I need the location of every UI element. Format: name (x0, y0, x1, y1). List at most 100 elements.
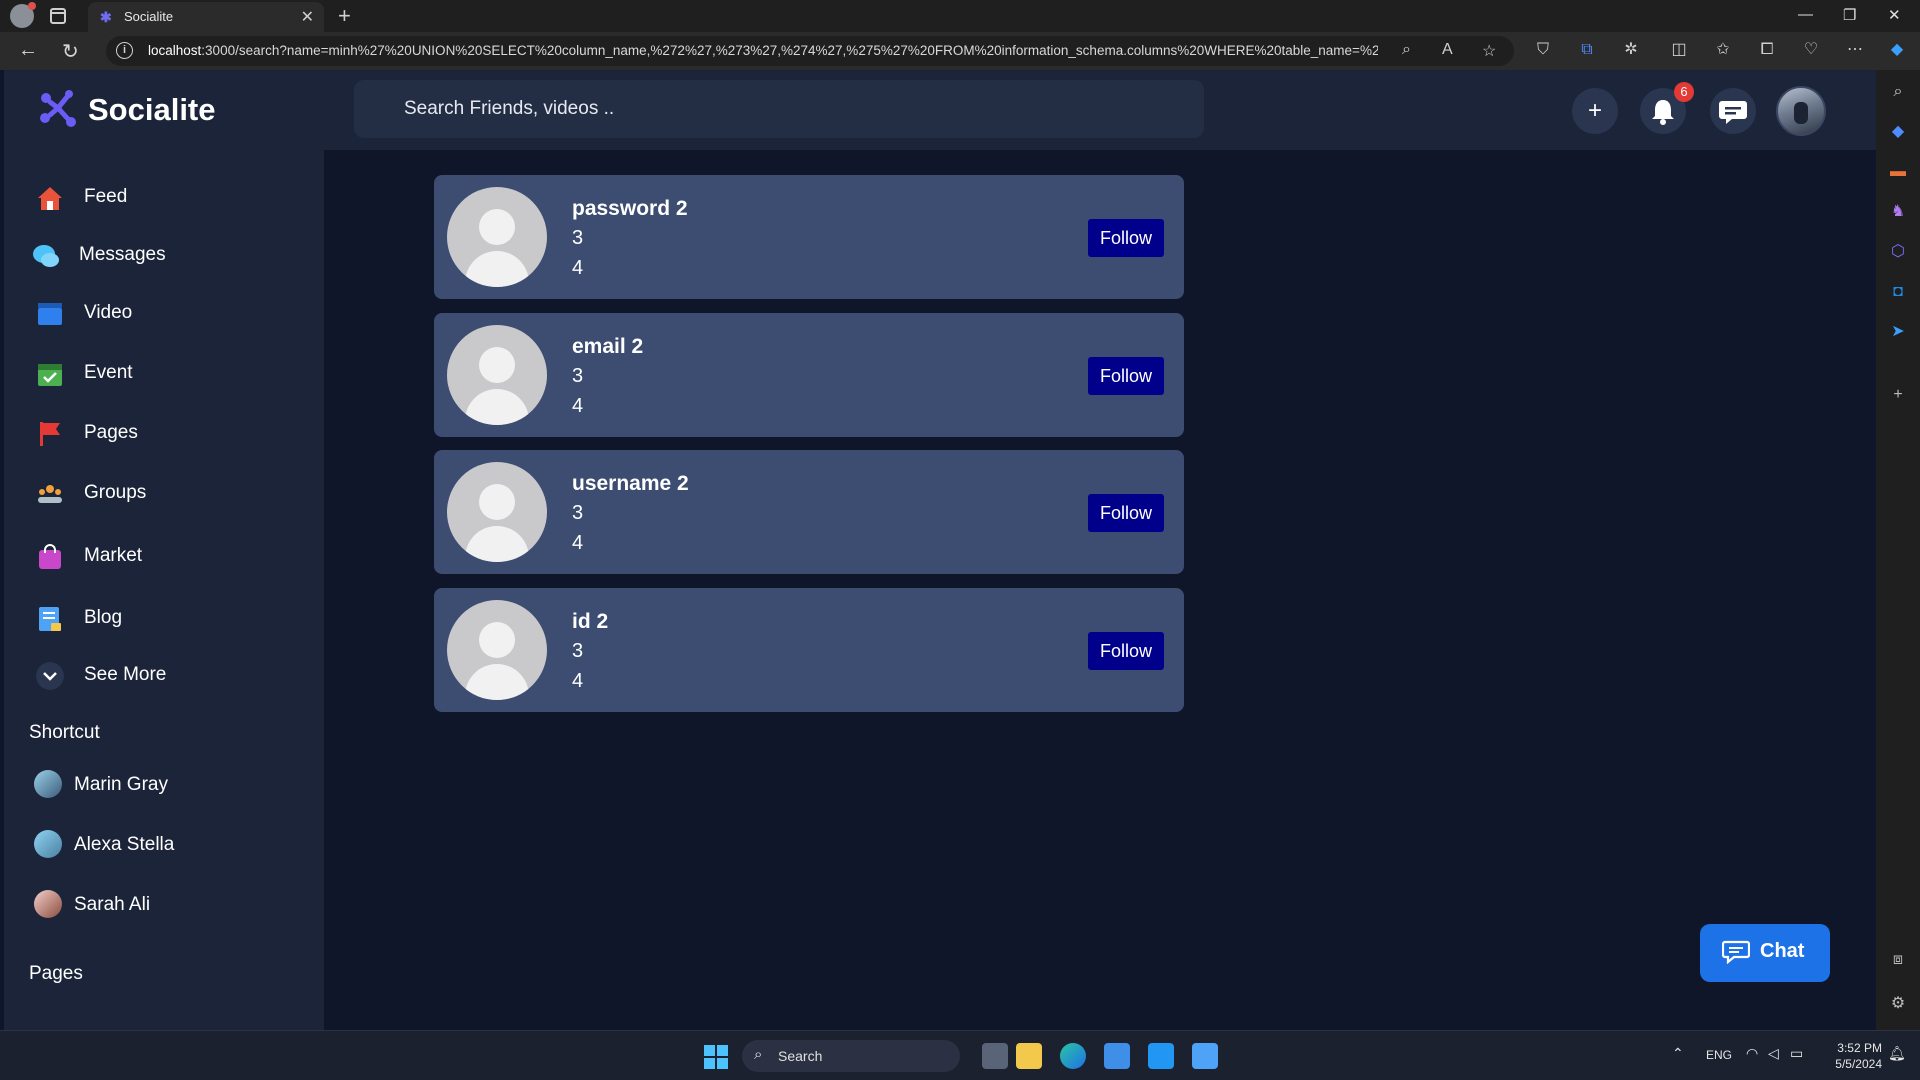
result-line-3: 4 (572, 670, 584, 692)
clock[interactable]: 3:52 PM 5/5/2024 (1826, 1040, 1882, 1072)
language-indicator[interactable]: ENG (1706, 1048, 1732, 1062)
workspaces-icon[interactable] (50, 8, 66, 24)
send-icon[interactable]: ➤ (1888, 322, 1908, 342)
home-icon (38, 187, 62, 210)
browser-tab[interactable]: ✱ Socialite ✕ (88, 2, 324, 32)
shopping-tag-icon[interactable]: ◆ (1888, 122, 1908, 142)
follow-button[interactable]: Follow (1088, 494, 1164, 532)
sidebar-item-feed[interactable]: Feed (4, 174, 324, 222)
office-icon[interactable]: ⬡ (1888, 242, 1908, 262)
screenshot-icon[interactable]: ⧈ (1888, 950, 1908, 970)
windows-taskbar: ⌕ Search ⌃ ENG ◠ ◁ ▭ 3:52 PM 5/5/2024 🔔︎ (0, 1030, 1920, 1080)
sidebar-item-label: Event (84, 362, 133, 383)
sidebar-item-market[interactable]: Market (4, 533, 324, 581)
back-icon[interactable]: ← (18, 39, 38, 62)
chat-button[interactable]: Chat (1700, 924, 1830, 982)
minimize-icon[interactable]: — (1798, 6, 1813, 23)
result-card: id 2 3 4 Follow (434, 588, 1184, 712)
tools-icon[interactable]: ▬ (1888, 162, 1908, 182)
copilot-icon[interactable]: ◆ (1888, 41, 1906, 59)
see-more-button[interactable]: See More (4, 652, 324, 700)
shield-extension-icon[interactable]: ⛉ (1534, 41, 1552, 59)
search-icon: ⌕ (754, 1046, 763, 1063)
favorites-icon[interactable]: ✩ (1714, 41, 1732, 59)
socialite-logo-icon (40, 90, 76, 127)
user-avatar[interactable] (1776, 86, 1826, 136)
avatar (34, 830, 62, 858)
result-line-2: 3 (572, 640, 584, 662)
taskbar-search[interactable]: ⌕ Search (742, 1040, 960, 1072)
shortcut-item[interactable]: Sarah Ali (4, 882, 324, 926)
battery-icon[interactable]: ▭ (1790, 1045, 1803, 1062)
sidebar-item-blog[interactable]: Blog (4, 595, 324, 643)
calendar-icon (38, 364, 62, 386)
notifications-button[interactable]: 6 (1640, 82, 1694, 134)
more-options-icon[interactable]: ⋯ (1846, 41, 1864, 59)
follow-button[interactable]: Follow (1088, 357, 1164, 395)
follow-button[interactable]: Follow (1088, 632, 1164, 670)
site-info-icon[interactable]: i (116, 42, 133, 59)
close-tab-icon[interactable]: ✕ (301, 7, 314, 27)
shortcut-item[interactable]: Alexa Stella (4, 822, 324, 866)
search-input[interactable] (354, 80, 1204, 138)
refresh-icon[interactable]: ↻ (62, 39, 79, 64)
wifi-icon[interactable]: ◠ (1746, 1045, 1758, 1062)
close-window-icon[interactable]: ✕ (1888, 6, 1901, 24)
windows-start-icon[interactable] (704, 1045, 728, 1069)
sidebar-item-label: Messages (79, 244, 166, 265)
result-card: email 2 3 4 Follow (434, 313, 1184, 437)
default-avatar-icon (447, 600, 547, 700)
url-text[interactable]: localhost:3000/search?name=minh%27%20UNI… (148, 43, 1378, 58)
follow-button[interactable]: Follow (1088, 219, 1164, 257)
extensions-icon[interactable]: ✲ (1622, 41, 1640, 59)
sidebar-item-messages[interactable]: Messages (4, 232, 324, 280)
pages-heading: Pages (29, 963, 83, 984)
clock-time: 3:52 PM (1837, 1041, 1882, 1055)
new-tab-icon[interactable]: + (338, 3, 351, 29)
favorite-star-icon[interactable]: ☆ (1482, 41, 1496, 61)
vscode-icon[interactable] (1148, 1043, 1174, 1069)
read-aloud-icon[interactable]: A (1442, 41, 1453, 59)
restore-icon[interactable]: ❐ (1843, 6, 1856, 24)
volume-icon[interactable]: ◁ (1768, 1045, 1779, 1062)
notification-center-icon[interactable]: 🔔︎ (1888, 1045, 1906, 1062)
result-line-2: 3 (572, 227, 584, 249)
crop-extension-icon[interactable]: ⧉ (1578, 41, 1596, 59)
sidebar-item-groups[interactable]: Groups (4, 470, 324, 518)
shopping-bag-icon (39, 544, 61, 569)
shortcut-item[interactable]: Marin Gray (4, 762, 324, 806)
result-card: password 2 3 4 Follow (434, 175, 1184, 299)
microsoft-store-icon[interactable] (1104, 1043, 1130, 1069)
sidebar-item-event[interactable]: Event (4, 350, 324, 398)
task-view-icon[interactable] (982, 1043, 1008, 1069)
tray-overflow-icon[interactable]: ⌃ (1672, 1045, 1684, 1062)
notepad-icon[interactable] (1192, 1043, 1218, 1069)
browser-essentials-icon[interactable]: ♡ (1802, 41, 1820, 59)
outlook-icon[interactable]: ◘ (1888, 282, 1908, 302)
sidebar-item-video[interactable]: Video (4, 290, 324, 338)
sidebar-settings-icon[interactable]: ⚙ (1888, 994, 1908, 1014)
sidebar-item-label: Pages (84, 422, 138, 443)
result-title: username 2 (572, 472, 689, 495)
search-box (354, 80, 1204, 138)
url-path: :3000/search?name=minh%27%20UNION%20SELE… (201, 43, 1378, 58)
result-line-2: 3 (572, 365, 584, 387)
games-icon[interactable]: ♞ (1888, 202, 1908, 222)
sidebar-item-pages[interactable]: Pages (4, 410, 324, 458)
edge-browser-icon[interactable] (1060, 1043, 1086, 1069)
sidebar-item-label: Feed (84, 186, 128, 207)
create-button[interactable]: + (1572, 88, 1618, 134)
result-line-3: 4 (572, 532, 584, 554)
collections-icon[interactable]: ⧠ (1758, 41, 1776, 59)
split-screen-icon[interactable]: ◫ (1670, 41, 1688, 59)
add-sidebar-app-icon[interactable]: + (1888, 385, 1908, 405)
address-bar[interactable]: i localhost:3000/search?name=minh%27%20U… (106, 36, 1514, 66)
sidebar-item-label: See More (84, 664, 167, 685)
sidebar-search-icon[interactable]: ⌕ (1888, 82, 1908, 102)
browser-profile-icon[interactable] (10, 2, 36, 28)
brand-name: Socialite (88, 92, 216, 127)
shortcut-name: Alexa Stella (74, 834, 175, 855)
messages-button[interactable] (1710, 88, 1756, 134)
file-explorer-icon[interactable] (1016, 1043, 1042, 1069)
zoom-icon[interactable]: ⌕ (1402, 41, 1411, 59)
